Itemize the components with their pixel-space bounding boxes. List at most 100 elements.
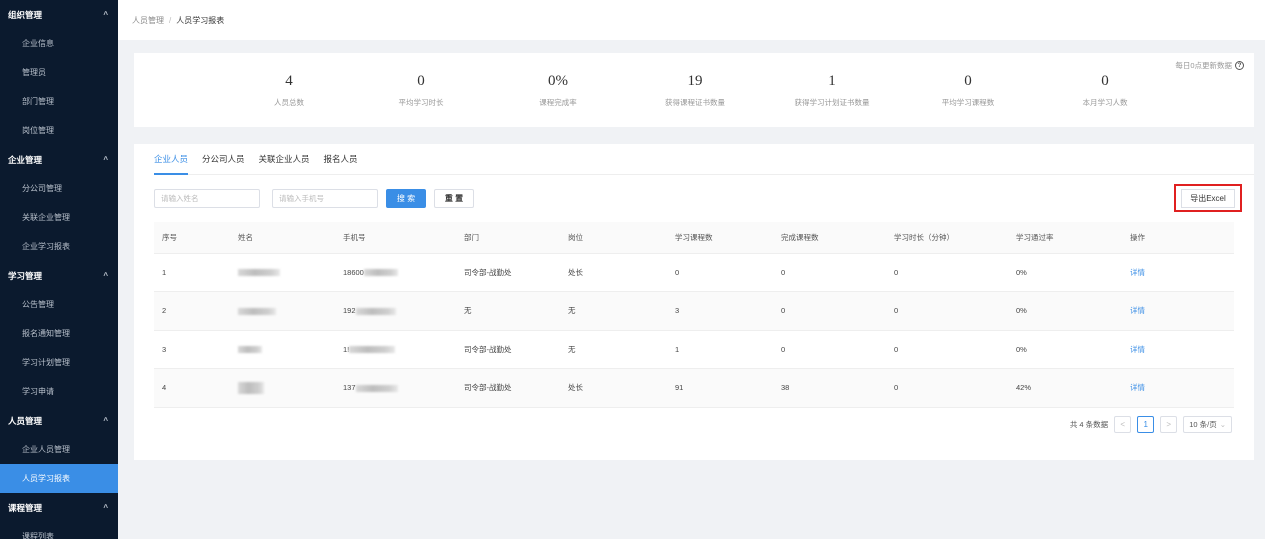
breadcrumb-separator: / [169, 15, 172, 25]
phone-search-input[interactable]: 请输入手机号 [272, 189, 378, 208]
chevron-up-icon: ^ [103, 271, 108, 280]
sidebar-group-courses[interactable]: 课程管理 ^ [0, 493, 118, 522]
cell-done: 0 [773, 291, 886, 331]
tab-company-staff[interactable]: 企业人员 [154, 144, 189, 175]
tab-signup-staff[interactable]: 报名人员 [324, 144, 358, 175]
help-icon[interactable]: ? [1235, 61, 1244, 70]
sidebar-item-branches[interactable]: 分公司管理 [0, 174, 118, 203]
cell-post: 无 [560, 291, 667, 331]
detail-link[interactable]: 详情 [1130, 306, 1145, 315]
stat-label: 课程完成率 [539, 98, 577, 107]
tab-affiliate-staff[interactable]: 关联企业人员 [259, 144, 310, 175]
sidebar-item-study-requests[interactable]: 学习申请 [0, 377, 118, 406]
cell-name [230, 253, 335, 292]
stat-label: 平均学习课程数 [941, 98, 995, 107]
cell-action: 详情 [1122, 291, 1234, 331]
chevron-up-icon: ^ [103, 155, 108, 164]
cell-courses: 91 [667, 368, 773, 408]
column-header: 部门 [456, 222, 560, 254]
sidebar-item-positions[interactable]: 岗位管理 [0, 116, 118, 145]
cell-no: 4 [154, 368, 230, 408]
detail-link[interactable]: 详情 [1130, 345, 1145, 354]
tab-branch-staff[interactable]: 分公司人员 [202, 144, 245, 175]
cell-no: 2 [154, 291, 230, 331]
stat-label: 获得课程证书数量 [665, 98, 725, 107]
cell-done: 0 [773, 253, 886, 292]
cell-post: 无 [560, 330, 667, 369]
sidebar-group-learning[interactable]: 学习管理 ^ [0, 261, 118, 290]
redacted-name [238, 307, 276, 315]
cell-phone: 192 [335, 291, 456, 331]
stat-value: 0 [1101, 73, 1109, 89]
table-row: 1 18600 司令部-战勤处 处长 0 0 0 0% 详情 [154, 253, 1234, 292]
table-row: 2 192 无 无 3 0 0 0% 详情 [154, 291, 1234, 331]
column-header: 姓名 [230, 222, 335, 254]
sidebar-group-label: 组织管理 [8, 9, 43, 20]
prev-page-button[interactable]: < [1114, 416, 1132, 433]
sidebar-item-departments[interactable]: 部门管理 [0, 87, 118, 116]
sidebar-group-personnel[interactable]: 人员管理 ^ [0, 406, 118, 435]
stat-monthly-learners: 0 本月学习人数 [1025, 73, 1185, 108]
cell-duration: 0 [886, 253, 1008, 292]
column-header: 序号 [154, 222, 230, 254]
detail-link[interactable]: 详情 [1130, 268, 1145, 277]
page-1-button[interactable]: 1 [1137, 416, 1155, 433]
column-header: 学习时长（分钟） [886, 222, 1008, 254]
pagination: 共 4 条数据 < 1 > 10 条/页 ⌄ [1070, 416, 1232, 433]
chevron-down-icon: ⌄ [1219, 420, 1226, 429]
phone-prefix: 18600 [343, 267, 364, 277]
cell-post: 处长 [560, 253, 667, 292]
table-header-row: 序号 姓名 手机号 部门 岗位 学习课程数 完成课程数 学习时长（分钟） 学习通… [154, 222, 1234, 254]
sidebar-item-announcements[interactable]: 公告管理 [0, 290, 118, 319]
sidebar-item-study-plans[interactable]: 学习计划管理 [0, 348, 118, 377]
report-table: 序号 姓名 手机号 部门 岗位 学习课程数 完成课程数 学习时长（分钟） 学习通… [154, 222, 1234, 408]
breadcrumb-parent[interactable]: 人员管理 [132, 15, 164, 26]
cell-rate: 0% [1008, 330, 1122, 369]
cell-dept: 司令部-战勤处 [456, 368, 560, 408]
phone-prefix: 137 [343, 383, 356, 393]
redacted-phone [355, 307, 396, 315]
redacted-phone [355, 384, 398, 392]
cell-dept: 司令部-战勤处 [456, 253, 560, 292]
cell-no: 1 [154, 253, 230, 292]
reset-button[interactable]: 重 置 [434, 189, 474, 208]
sidebar-group-label: 人员管理 [8, 415, 43, 426]
sidebar-item-signup-notices[interactable]: 报名通知管理 [0, 319, 118, 348]
page-size-select[interactable]: 10 条/页 ⌄ [1183, 416, 1232, 433]
sidebar-item-personnel-report[interactable]: 人员学习报表 [0, 464, 118, 493]
search-button[interactable]: 搜 索 [386, 189, 426, 208]
stat-value: 0 [417, 73, 425, 89]
column-header: 手机号 [335, 222, 456, 254]
chevron-up-icon: ^ [103, 416, 108, 425]
cell-name [230, 330, 335, 369]
cell-name [230, 291, 335, 331]
cell-duration: 0 [886, 330, 1008, 369]
cell-action: 详情 [1122, 253, 1234, 292]
sidebar-item-personnel-mgmt[interactable]: 企业人员管理 [0, 435, 118, 464]
page-size-value: 10 条/页 [1189, 420, 1217, 429]
phone-prefix: 192 [343, 306, 356, 316]
chevron-up-icon: ^ [103, 10, 108, 19]
sidebar-item-admins[interactable]: 管理员 [0, 58, 118, 87]
cell-rate: 42% [1008, 368, 1122, 408]
cell-done: 38 [773, 368, 886, 408]
cell-courses: 3 [667, 291, 773, 331]
cell-duration: 0 [886, 368, 1008, 408]
redacted-name [238, 269, 280, 277]
breadcrumb-current: 人员学习报表 [176, 15, 225, 25]
sidebar-group-org[interactable]: 组织管理 ^ [0, 0, 118, 29]
column-header: 学习通过率 [1008, 222, 1122, 254]
cell-action: 详情 [1122, 368, 1234, 408]
cell-post: 处长 [560, 368, 667, 408]
sidebar-item-affiliates[interactable]: 关联企业管理 [0, 203, 118, 232]
detail-link[interactable]: 详情 [1130, 383, 1145, 392]
name-search-input[interactable]: 请输入姓名 [154, 189, 260, 208]
sidebar-item-course-list[interactable]: 课程列表 [0, 522, 118, 539]
sidebar-group-enterprise[interactable]: 企业管理 ^ [0, 145, 118, 174]
column-header: 岗位 [560, 222, 667, 254]
next-page-button[interactable]: > [1160, 416, 1178, 433]
sidebar-item-enterprise-report[interactable]: 企业学习报表 [0, 232, 118, 261]
export-excel-button[interactable]: 导出Excel [1181, 188, 1235, 208]
cell-name [230, 368, 335, 408]
sidebar-item-company-info[interactable]: 企业信息 [0, 29, 118, 58]
